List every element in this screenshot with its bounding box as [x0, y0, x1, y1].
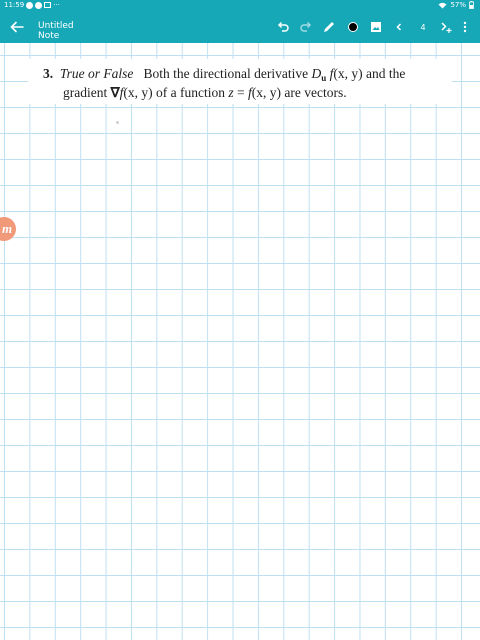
notification-icon [35, 1, 43, 9]
previous-page-button[interactable] [390, 18, 408, 36]
pen-color-button[interactable] [344, 18, 362, 36]
ink-dot [116, 121, 119, 124]
image-icon [44, 2, 52, 8]
more-options-button[interactable] [456, 18, 474, 36]
problem-text-2a: gradient [63, 85, 111, 100]
problem-text-2b: of a function [152, 85, 229, 100]
problem-line-2: gradient ∇f(x, y) of a function z = f(x,… [63, 83, 347, 102]
redo-icon [300, 21, 312, 32]
page-number-label: 4 [420, 22, 426, 32]
redo-button[interactable] [297, 18, 315, 36]
color-dot-icon [348, 22, 358, 32]
status-bar: 11:59 ··· 57% [0, 0, 480, 11]
deriv-symbol: D [311, 66, 322, 81]
side-badge-letter: m [1, 221, 13, 236]
problem-number: 3. [43, 66, 54, 81]
pen-tool-button[interactable] [320, 18, 338, 36]
battery-icon [469, 1, 474, 9]
add-page-button[interactable] [437, 18, 455, 36]
add-page-icon [441, 22, 452, 33]
status-right: 57% [438, 1, 474, 9]
undo-icon [277, 21, 289, 32]
pasted-problem-image[interactable]: 3. True or False Both the directional de… [28, 59, 452, 104]
side-badge[interactable]: m [0, 217, 16, 241]
wifi-icon [438, 2, 447, 8]
status-left: 11:59 ··· [4, 1, 60, 9]
page-number: 4 [414, 18, 432, 36]
chevron-left-icon [396, 23, 402, 31]
status-time: 11:59 [4, 1, 25, 9]
equals-sign: = [233, 85, 249, 100]
undo-button[interactable] [274, 18, 292, 36]
nabla-symbol: ∇ [110, 85, 120, 100]
more-vertical-icon [463, 21, 467, 33]
problem-lead: True or False [59, 66, 134, 81]
battery-percent: 57% [450, 1, 466, 9]
note-canvas[interactable]: 3. True or False Both the directional de… [0, 43, 480, 640]
func-args-2: (x, y) [123, 85, 153, 100]
func-args-3: (x, y) [251, 85, 282, 100]
problem-text-2c: are vectors. [281, 85, 347, 100]
back-button[interactable] [8, 17, 26, 37]
func-args-1: (x, y) [333, 66, 363, 81]
problem-text-1b: and the [362, 66, 406, 81]
notification-icon [26, 1, 34, 9]
status-more: ··· [53, 1, 60, 9]
image-icon [371, 22, 381, 32]
note-title[interactable]: Untitled Note [38, 21, 90, 44]
insert-image-button[interactable] [367, 18, 385, 36]
back-arrow-icon [10, 21, 24, 33]
note-toolbar: Untitled Note 4 [0, 11, 480, 44]
deriv-subscript: u [321, 73, 327, 83]
problem-text-1a: Both the directional derivative [143, 66, 312, 81]
pen-icon [324, 22, 334, 32]
